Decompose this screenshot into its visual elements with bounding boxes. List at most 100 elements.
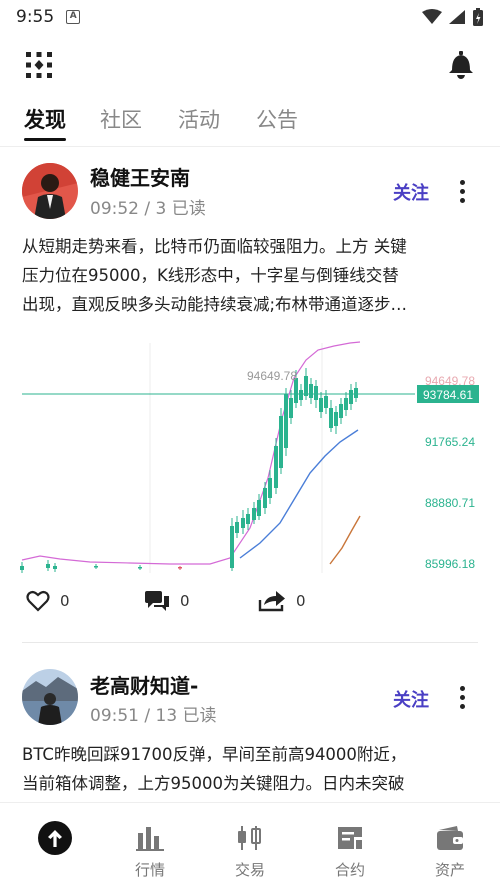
tab-bar: 发现 社区 活动 公告	[0, 98, 500, 146]
moving-average-line	[239, 429, 359, 559]
post-text-line: 出现，直观反映多头动能持续衰减;布林带通道逐步…	[22, 295, 408, 314]
share-action[interactable]: 0	[258, 590, 306, 612]
candle-body	[268, 478, 272, 498]
bottom-navigation: 行情 交易 合约 资产	[0, 802, 500, 888]
moving-average-line	[329, 515, 361, 565]
candle-body	[263, 488, 267, 508]
y-tick-label: 85996.18	[425, 557, 475, 571]
avatar[interactable]	[22, 163, 78, 219]
candle-body	[329, 408, 333, 428]
chart-lines	[21, 341, 361, 565]
chart-labels: 94649.78 91765.24 88880.71 85996.18 93784.61…	[247, 369, 479, 571]
follow-button[interactable]: 关注	[393, 179, 429, 205]
candle-body	[274, 446, 278, 488]
divider	[22, 642, 478, 643]
share-icon	[258, 591, 285, 612]
heart-icon	[26, 590, 50, 612]
post-author[interactable]: 老高财知道-	[90, 670, 198, 699]
bar-chart-icon	[136, 827, 164, 851]
candle-body	[257, 500, 261, 516]
share-count: 0	[296, 592, 306, 610]
comment-count: 0	[180, 592, 190, 610]
nav-contracts[interactable]: 合约	[300, 803, 400, 889]
comment-icon	[145, 591, 169, 611]
candle-body	[354, 388, 358, 398]
candle-body	[284, 394, 288, 448]
apps-grid-icon[interactable]	[24, 50, 54, 80]
post-card[interactable]: 老高财知道- 09:51 / 13 已读 关注 BTC昨晚回踩91700反弹，早…	[0, 668, 500, 808]
nav-assets[interactable]: 资产	[400, 803, 500, 889]
high-price-label: 94649.78	[247, 369, 297, 383]
post-text[interactable]: 从短期走势来看，比特币仍面临较强阻力。上方 关键 压力位在95000，K线形态中…	[22, 232, 482, 319]
post-author[interactable]: 稳健王安南	[90, 162, 190, 191]
candlestick-chart: 94649.78 91765.24 88880.71 85996.18 93784.61…	[20, 341, 479, 575]
like-count: 0	[60, 592, 70, 610]
nav-label: 资产	[434, 861, 465, 879]
bell-icon[interactable]	[448, 50, 474, 80]
tab-community[interactable]: 社区	[100, 104, 142, 134]
candle-body	[20, 566, 24, 570]
candle-body	[289, 398, 293, 418]
follow-button[interactable]: 关注	[393, 686, 429, 712]
candle-body	[344, 398, 348, 410]
candle-body	[309, 384, 313, 398]
tab-discover[interactable]: 发现	[24, 104, 66, 134]
candle-body	[319, 398, 323, 412]
nav-label: 交易	[234, 861, 265, 879]
post-actions: 0 0 0	[0, 590, 500, 620]
status-icons	[422, 7, 484, 27]
nav-home[interactable]	[5, 803, 105, 889]
post-card[interactable]: 稳健王安南 09:52 / 3 已读 关注 从短期走势来看，比特币仍面临较强阻力…	[0, 160, 500, 650]
y-tick-label: 91765.24	[425, 435, 475, 449]
nav-trade[interactable]: 交易	[200, 803, 300, 889]
post-text-line: 从短期走势来看，比特币仍面临较强阻力。上方 关键	[22, 237, 407, 256]
candle-body	[46, 564, 50, 568]
divider	[0, 146, 500, 147]
candle-body	[230, 526, 234, 568]
more-options-icon[interactable]	[458, 180, 466, 203]
status-time: 9:55	[16, 7, 55, 27]
post-text[interactable]: BTC昨晚回踩91700反弹，早间至前高94000附近， 当前箱体调整，上方95…	[22, 740, 482, 798]
nav-label: 合约	[334, 861, 365, 879]
candle-body	[252, 508, 256, 520]
like-action[interactable]: 0	[26, 590, 70, 612]
candle-body	[138, 567, 142, 569]
notification-app-icon: A	[66, 10, 81, 24]
candle-body	[314, 386, 318, 400]
candle-body	[235, 522, 239, 533]
bollinger-upper-line	[21, 341, 361, 565]
candle-body	[241, 518, 245, 528]
battery-icon	[473, 8, 483, 26]
candle-body	[53, 566, 57, 569]
candle-body	[304, 376, 308, 396]
post-text-line: 压力位在95000，K线形态中，十字星与倒锤线交替	[22, 266, 399, 285]
signal-icon	[449, 10, 465, 24]
post-text-line: BTC昨晚回踩91700反弹，早间至前高94000附近，	[22, 745, 407, 764]
nav-markets[interactable]: 行情	[100, 803, 200, 889]
post-meta: 09:51 / 13 已读	[90, 706, 217, 726]
post-meta: 09:52 / 3 已读	[90, 199, 206, 219]
tab-activities[interactable]: 活动	[178, 104, 220, 134]
post-chart-image[interactable]: 94649.78 91765.24 88880.71 85996.18 93784.61…	[0, 338, 500, 575]
candle-body	[349, 390, 353, 404]
candle-body	[246, 514, 250, 524]
wifi-icon	[422, 9, 442, 24]
comment-action[interactable]: 0	[144, 590, 190, 612]
chart-grid	[22, 343, 415, 575]
candle-body	[94, 566, 98, 568]
avatar[interactable]	[22, 669, 78, 725]
status-bar: 9:55 A	[0, 0, 500, 34]
candle-body	[299, 390, 303, 400]
active-tab-indicator	[24, 138, 66, 141]
chart-candles	[20, 368, 358, 573]
top-bar	[0, 42, 500, 86]
candle-body	[178, 567, 182, 569]
arrow-up-icon	[38, 821, 72, 855]
contract-icon	[338, 827, 362, 849]
wallet-icon	[437, 826, 463, 850]
post-text-line: 当前箱体调整，上方95000为关键阻力。日内未突破	[22, 774, 405, 793]
tab-announcements[interactable]: 公告	[256, 104, 298, 134]
candle-body	[324, 396, 328, 408]
candle-body	[339, 404, 343, 418]
more-options-icon[interactable]	[458, 686, 466, 709]
